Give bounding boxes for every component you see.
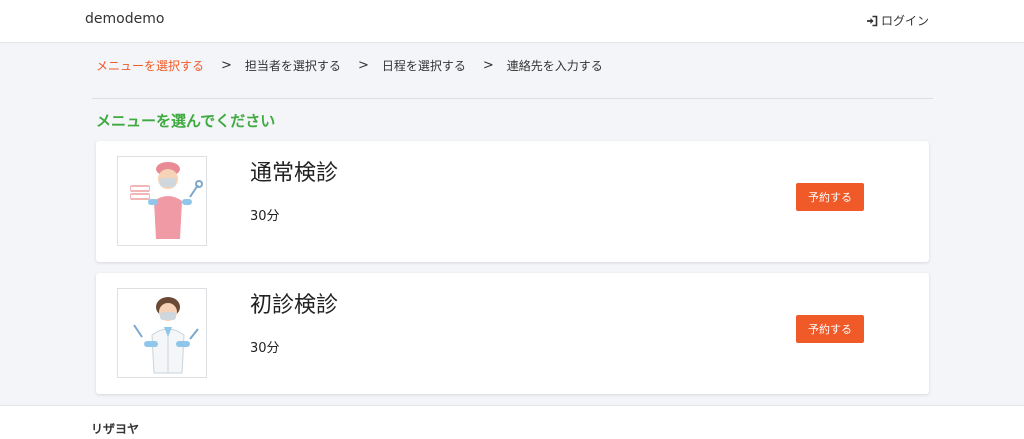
reserve-button[interactable]: 予約する (796, 315, 864, 343)
step-breadcrumb: メニューを選択する > 担当者を選択する > 日程を選択する > 連絡先を入力す… (96, 57, 603, 74)
footer: リザヨヤ (0, 405, 1024, 439)
footer-brand: リザヨヤ (91, 422, 140, 436)
brand-link[interactable]: demodemo (85, 11, 164, 27)
menu-name: 初診検診 (250, 293, 339, 318)
step-separator: > (482, 58, 494, 73)
menu-image (117, 288, 207, 378)
sign-in-icon (867, 15, 878, 26)
page-heading: メニューを選んでください (96, 112, 276, 130)
step-separator: > (221, 58, 232, 73)
step-enter-contact: 連絡先を入力する (506, 59, 603, 73)
menu-duration: 30分 (250, 209, 280, 224)
step-select-staff: 担当者を選択する (244, 59, 341, 73)
divider (92, 98, 933, 99)
reserve-button[interactable]: 予約する (796, 183, 864, 211)
login-link[interactable]: ログイン (866, 12, 929, 29)
menu-name: 通常検診 (250, 161, 339, 186)
step-select-menu: メニューを選択する (96, 59, 205, 73)
step-separator: > (357, 58, 369, 73)
navbar: demodemo ログイン (0, 0, 1024, 43)
dental-hygienist-illustration (130, 162, 203, 239)
menu-image (117, 156, 207, 246)
login-label: ログイン (881, 14, 930, 28)
step-select-date: 日程を選択する (381, 59, 466, 73)
menu-card: 通常検診 30分 予約する (96, 141, 929, 262)
menu-card: 初診検診 30分 予約する (96, 273, 929, 394)
dentist-illustration (133, 297, 199, 374)
menu-duration: 30分 (250, 341, 280, 356)
